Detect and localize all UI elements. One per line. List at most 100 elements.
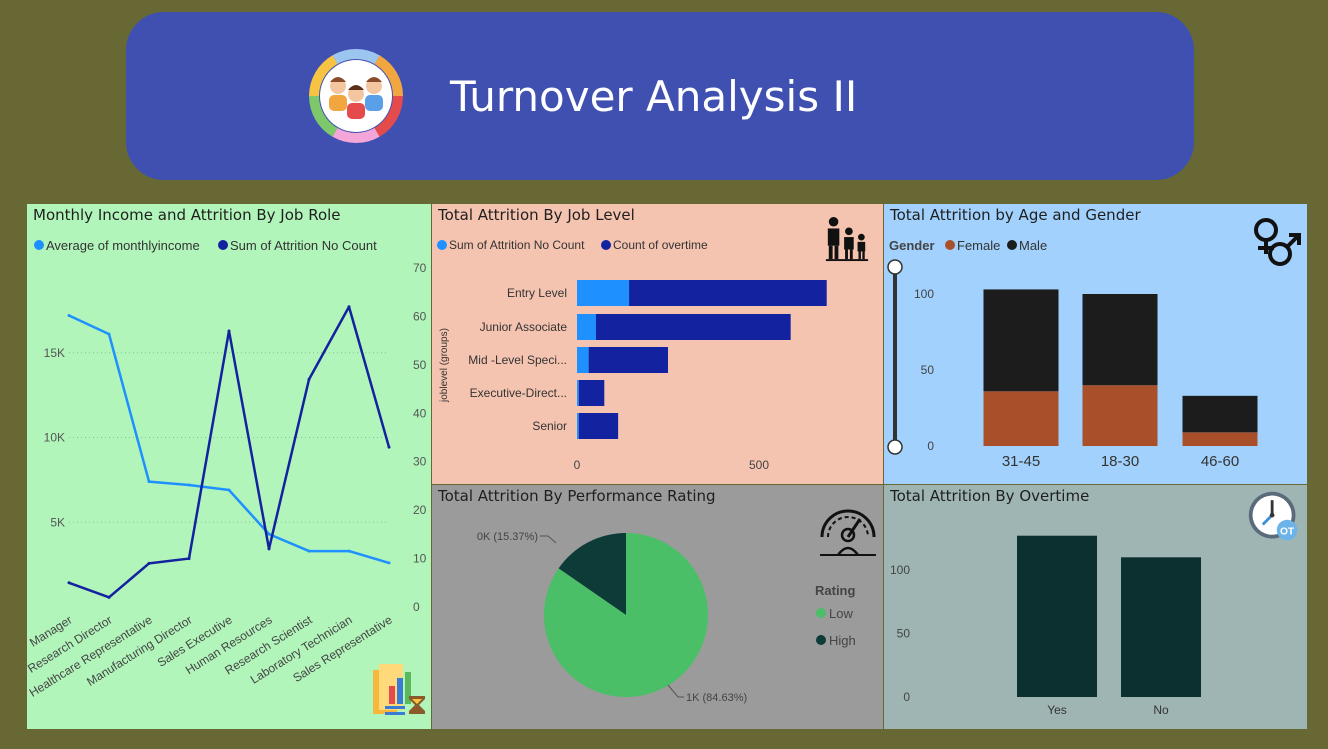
data-point: [347, 305, 351, 309]
y-right-tick-label: 0: [413, 600, 420, 614]
legend-marker-overtime: [601, 240, 611, 250]
y-category-label: Mid -Level Speci...: [468, 353, 567, 367]
y-tick-label: 100: [914, 287, 934, 301]
legend-title: Rating: [815, 583, 856, 598]
people-group-icon: [309, 49, 403, 143]
range-slider-handle-bottom[interactable]: [887, 439, 903, 455]
label-leader: [540, 535, 557, 544]
bar-segment: [629, 280, 827, 306]
y-right-tick-label: 70: [413, 261, 427, 275]
bar-segment: [588, 347, 668, 373]
family-icon: [825, 216, 869, 262]
y-right-tick-label: 60: [413, 309, 427, 323]
stacked-bar-female: [1182, 432, 1258, 446]
bar-segment: [577, 347, 589, 373]
y-tick-label: 0: [903, 690, 910, 704]
x-tick-label: 0: [574, 458, 581, 472]
bar-segment: [577, 380, 579, 406]
y-right-tick-label: 40: [413, 406, 427, 420]
y-right-tick-label: 10: [413, 552, 427, 566]
bar-segment: [577, 314, 596, 340]
legend-marker-high: [816, 635, 826, 645]
performance-gauge-icon: [820, 509, 876, 556]
legend-label-income: Average of monthlyincome: [46, 238, 200, 253]
data-point: [227, 488, 231, 492]
income-job-role-panel: Monthly Income and Attrition By Job Role…: [27, 204, 431, 729]
overtime-badge: OT: [1280, 526, 1295, 537]
legend-marker-male: [1007, 240, 1017, 250]
legend-label-attrition: Sum of Attrition No Count: [230, 238, 377, 253]
bar-segment: [577, 280, 630, 306]
legend-label-high: High: [829, 633, 856, 648]
bar: [1121, 557, 1201, 697]
label-leader: [667, 684, 684, 698]
legend-marker-female: [945, 240, 955, 250]
gender-symbols-icon: [1254, 218, 1301, 266]
data-label-high: 0K (15.37%): [477, 531, 538, 543]
bar-segment: [578, 413, 619, 439]
data-point: [67, 581, 71, 585]
y-left-tick-label: 5K: [50, 515, 65, 529]
data-point: [307, 377, 311, 381]
y-right-tick-label: 50: [413, 358, 427, 372]
overtime-clock-icon: OT: [1248, 491, 1298, 541]
y-right-tick-label: 20: [413, 503, 427, 517]
range-slider-handle-top[interactable]: [887, 259, 903, 275]
y-category-label: Executive-Direct...: [470, 386, 567, 400]
y-tick-label: 50: [921, 363, 935, 377]
legend-label-female: Female: [957, 238, 1000, 253]
data-point: [67, 313, 71, 317]
data-point: [387, 445, 391, 449]
data-point: [107, 332, 111, 336]
bar-segment: [577, 413, 579, 439]
bar-chart-hourglass-icon: [373, 664, 425, 715]
performance-rating-panel: Total Attrition By Performance Rating Ra…: [432, 485, 883, 729]
data-point: [227, 329, 231, 333]
legend-label-male: Male: [1019, 238, 1047, 253]
x-tick-label: 31-45: [1002, 453, 1040, 470]
legend-marker-income: [34, 240, 44, 250]
data-point: [187, 557, 191, 561]
data-point: [387, 561, 391, 565]
bar-segment: [595, 314, 791, 340]
y-tick-label: 100: [890, 563, 910, 577]
stacked-bar-male: [983, 289, 1059, 392]
data-point: [307, 549, 311, 553]
x-tick-label: No: [1153, 703, 1169, 717]
data-point: [107, 595, 111, 599]
age-gender-panel: Total Attrition by Age and Gender Gender…: [884, 204, 1307, 484]
overtime-panel: Total Attrition By Overtime 0 50 100 Yes No …: [884, 485, 1307, 729]
y-right-tick-label: 30: [413, 455, 427, 469]
y-category-label: Junior Associate: [480, 320, 568, 334]
y-tick-label: 0: [927, 439, 934, 453]
job-level-panel: Total Attrition By Job Level Sum of Attr…: [432, 204, 883, 484]
overtime-bar-chart: 0 50 100 Yes No: [890, 535, 1201, 717]
x-tick-label: 18-30: [1101, 453, 1139, 470]
stacked-bar-male: [1082, 294, 1158, 386]
y-category-label: Senior: [532, 419, 567, 433]
data-point: [187, 483, 191, 487]
legend-label-low: Low: [829, 606, 853, 621]
bar: [1017, 535, 1097, 697]
stacked-bar-female: [1082, 385, 1158, 446]
x-tick-label: 46-60: [1201, 453, 1239, 470]
y-category-label: Entry Level: [507, 286, 567, 300]
data-point: [147, 480, 151, 484]
x-tick-label: 500: [749, 458, 769, 472]
legend-marker-attrition: [437, 240, 447, 250]
series-line-attrition: [68, 305, 391, 599]
stacked-bar-female: [983, 391, 1059, 446]
legend-label-attrition: Sum of Attrition No Count: [449, 238, 585, 252]
y-left-tick-label: 15K: [44, 346, 65, 360]
y-tick-label: 50: [897, 627, 911, 641]
page-title: Turnover Analysis II: [450, 72, 858, 121]
y-left-tick-label: 10K: [44, 431, 65, 445]
bar-segment: [578, 380, 605, 406]
data-label-low: 1K (84.63%): [686, 692, 747, 704]
legend-label-overtime: Count of overtime: [613, 238, 708, 252]
data-point: [267, 532, 271, 536]
job-level-bar-chart: Sum of Attrition No Count Count of overt…: [437, 238, 827, 472]
data-point: [267, 547, 271, 551]
stacked-bar-male: [1182, 395, 1258, 433]
x-tick-label: Yes: [1047, 703, 1067, 717]
